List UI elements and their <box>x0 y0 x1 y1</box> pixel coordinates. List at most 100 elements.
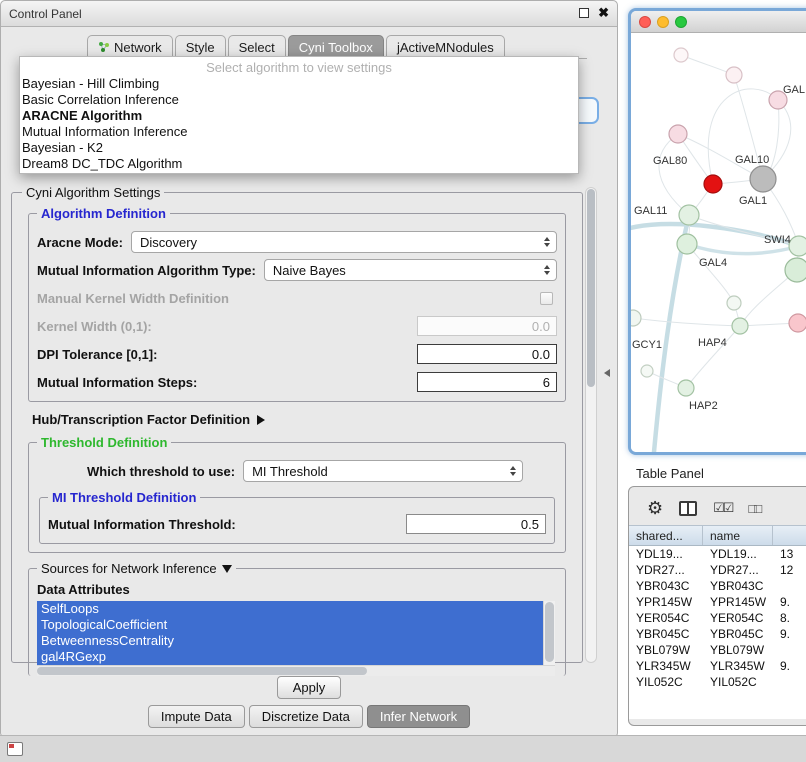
table-cell[interactable]: 13 <box>773 547 806 561</box>
column-browser-icon[interactable] <box>679 501 697 516</box>
table-row[interactable]: YDL19...YDL19...13 <box>629 546 806 562</box>
table-cell[interactable]: YPR145W <box>703 595 773 609</box>
float-window-icon[interactable] <box>579 8 589 18</box>
table-cell[interactable]: 9. <box>773 595 806 609</box>
table-cell[interactable]: YBR045C <box>629 627 703 641</box>
restore-panel-icon[interactable] <box>7 742 23 756</box>
algorithm-option[interactable]: Bayesian - Hill Climbing <box>20 76 578 92</box>
tab-jactivemnodules[interactable]: jActiveMNodules <box>386 35 505 58</box>
tab-impute-data[interactable]: Impute Data <box>148 705 245 728</box>
select-columns-icon[interactable]: ☑☑ <box>713 500 732 516</box>
hub-transcription-factor-section[interactable]: Hub/Transcription Factor Definition <box>32 412 572 427</box>
threshold-definition-title: Threshold Definition <box>37 435 171 450</box>
settings-scrollbar[interactable] <box>585 187 597 663</box>
apply-button[interactable]: Apply <box>277 676 342 699</box>
table-cell[interactable]: YLR345W <box>703 659 773 673</box>
network-node[interactable] <box>678 380 694 396</box>
table-cell[interactable]: YDR27... <box>629 563 703 577</box>
column-header-name[interactable]: name <box>703 526 773 545</box>
table-cell[interactable]: YBL079W <box>703 643 773 657</box>
table-cell[interactable]: YDR27... <box>703 563 773 577</box>
gear-icon[interactable]: ⚙ <box>647 499 663 517</box>
table-cell[interactable]: YDL19... <box>629 547 703 561</box>
table-row[interactable]: YLR345WYLR345W9. <box>629 658 806 674</box>
data-attribute-item[interactable]: TopologicalCoefficient <box>37 617 543 633</box>
close-icon[interactable]: ✖ <box>598 6 609 20</box>
table-row[interactable]: YPR145WYPR145W9. <box>629 594 806 610</box>
table-cell[interactable]: 9. <box>773 627 806 641</box>
table-row[interactable]: YER054CYER054C8. <box>629 610 806 626</box>
tab-discretize-data[interactable]: Discretize Data <box>249 705 363 728</box>
network-node[interactable] <box>789 236 806 256</box>
panel-collapse-arrow[interactable] <box>604 369 610 377</box>
network-node[interactable] <box>641 365 653 377</box>
tab-cyni-toolbox[interactable]: Cyni Toolbox <box>288 35 384 58</box>
network-view-window: GALGAL80GAL10GAL1GAL11SWI4GAL4GCY1HAP4HA… <box>628 8 806 455</box>
data-attribute-item[interactable]: SelfLoops <box>37 601 543 617</box>
data-attribute-item[interactable]: BetweennessCentrality <box>37 633 543 649</box>
table-cell[interactable]: 12 <box>773 563 806 577</box>
table-cell[interactable]: 9. <box>773 659 806 673</box>
table-cell[interactable]: YLR345W <box>629 659 703 673</box>
table-row[interactable]: YBL079WYBL079W <box>629 642 806 658</box>
column-header-extra[interactable] <box>773 526 806 545</box>
algorithm-option[interactable]: ARACNE Algorithm <box>20 108 578 124</box>
network-node[interactable] <box>677 234 697 254</box>
deselect-columns-icon[interactable]: □□ <box>748 501 760 516</box>
table-cell[interactable]: YPR145W <box>629 595 703 609</box>
tab-select[interactable]: Select <box>228 35 286 58</box>
table-cell[interactable]: YIL052C <box>703 675 773 689</box>
aracne-mode-select[interactable]: Discovery <box>131 231 557 253</box>
mi-algorithm-type-select[interactable]: Naive Bayes <box>264 259 557 281</box>
network-node[interactable] <box>732 318 748 334</box>
control-panel-titlebar[interactable]: Control Panel ✖ <box>1 1 617 27</box>
table-row[interactable]: YDR27...YDR27...12 <box>629 562 806 578</box>
algorithm-option[interactable]: Bayesian - K2 <box>20 140 578 156</box>
network-node[interactable] <box>669 125 687 143</box>
list-vertical-scrollbar[interactable] <box>543 601 555 665</box>
algorithm-option[interactable]: Mutual Information Inference <box>20 124 578 140</box>
network-canvas[interactable]: GALGAL80GAL10GAL1GAL11SWI4GAL4GCY1HAP4HA… <box>631 33 806 452</box>
tab-style[interactable]: Style <box>175 35 226 58</box>
table-cell[interactable]: YIL052C <box>629 675 703 689</box>
algorithm-option[interactable]: Basic Correlation Inference <box>20 92 578 108</box>
network-node[interactable] <box>726 67 742 83</box>
table-row[interactable]: YIL052CYIL052C <box>629 674 806 690</box>
network-node[interactable] <box>631 310 641 326</box>
network-node[interactable] <box>674 48 688 62</box>
kernel-width-input[interactable]: 0.0 <box>417 316 557 336</box>
network-window-titlebar[interactable] <box>631 11 806 33</box>
table-cell[interactable]: YBR043C <box>629 579 703 593</box>
manual-kernel-width-checkbox[interactable] <box>540 292 553 305</box>
table-cell[interactable]: YBR043C <box>703 579 773 593</box>
tab-infer-network[interactable]: Infer Network <box>367 705 470 728</box>
network-node[interactable] <box>679 205 699 225</box>
network-node[interactable] <box>789 314 806 332</box>
data-attribute-item[interactable]: gal4RGexp <box>37 649 543 665</box>
column-header-shared[interactable]: shared... <box>629 526 703 545</box>
network-node[interactable] <box>704 175 722 193</box>
sources-section-header[interactable]: Sources for Network Inference <box>37 561 236 576</box>
mi-threshold-input[interactable]: 0.5 <box>406 514 546 534</box>
network-node[interactable] <box>750 166 776 192</box>
close-traffic-light[interactable] <box>639 16 651 28</box>
table-row[interactable]: YBR045CYBR045C9. <box>629 626 806 642</box>
mi-steps-input[interactable]: 6 <box>417 372 557 392</box>
algorithm-option[interactable]: Dream8 DC_TDC Algorithm <box>20 156 578 172</box>
network-node[interactable] <box>785 258 806 282</box>
table-cell[interactable]: YBR045C <box>703 627 773 641</box>
table-cell[interactable]: YDL19... <box>703 547 773 561</box>
table-row[interactable]: YBR043CYBR043C <box>629 578 806 594</box>
which-threshold-select[interactable]: MI Threshold <box>243 460 523 482</box>
table-cell[interactable]: 8. <box>773 611 806 625</box>
dpi-tolerance-input[interactable]: 0.0 <box>417 344 557 364</box>
network-node[interactable] <box>727 296 741 310</box>
table-cell[interactable]: YER054C <box>629 611 703 625</box>
mi-threshold-definition-title: MI Threshold Definition <box>48 490 200 505</box>
table-cell[interactable]: YBL079W <box>629 643 703 657</box>
zoom-traffic-light[interactable] <box>675 16 687 28</box>
tab-network[interactable]: Network <box>87 35 173 58</box>
list-horizontal-scrollbar[interactable] <box>37 665 555 676</box>
table-cell[interactable]: YER054C <box>703 611 773 625</box>
minimize-traffic-light[interactable] <box>657 16 669 28</box>
